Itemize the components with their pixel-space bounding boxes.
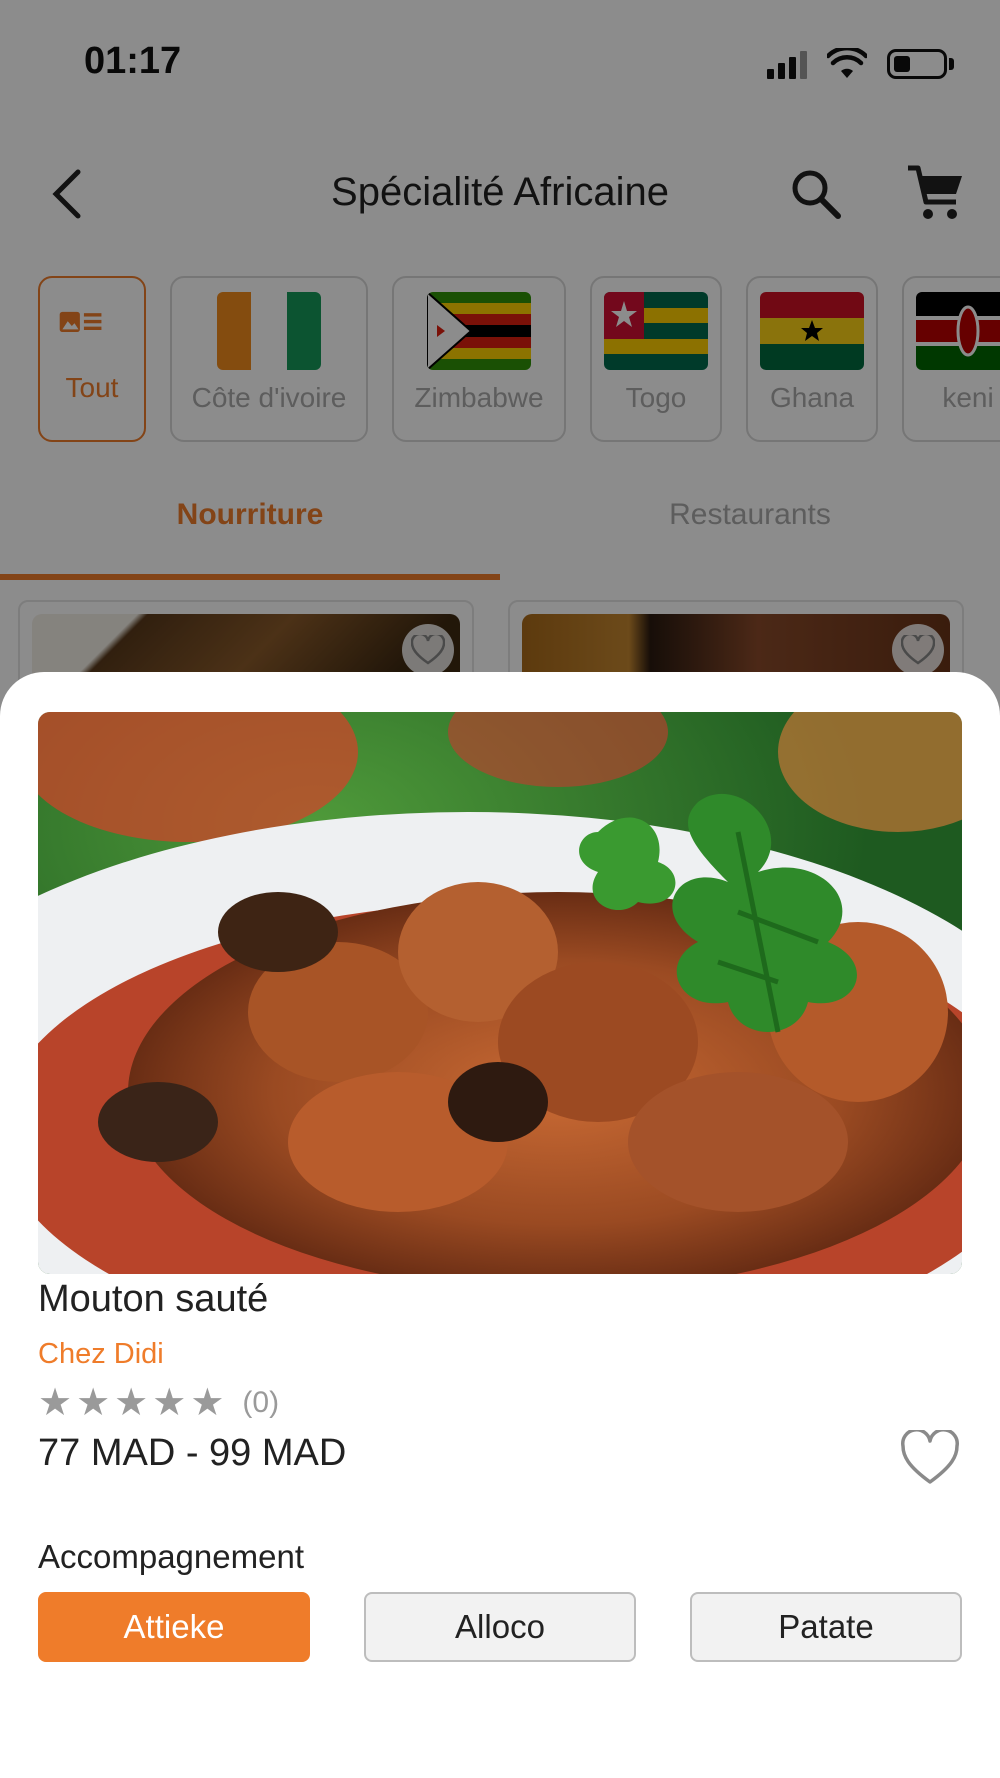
price-range: 77 MAD - 99 MAD bbox=[38, 1432, 347, 1474]
option-patate[interactable]: Patate bbox=[690, 1592, 962, 1662]
rating: ★ ★ ★ ★ ★ (0) bbox=[38, 1384, 279, 1422]
product-bottom-sheet: Mouton sauté Chez Didi ★ ★ ★ ★ ★ (0) 77 … bbox=[0, 672, 1000, 1778]
star-icon: ★ bbox=[114, 1382, 149, 1424]
star-icon: ★ bbox=[152, 1382, 187, 1424]
product-image bbox=[38, 712, 962, 1274]
star-icon: ★ bbox=[190, 1382, 225, 1424]
product-name: Mouton sauté bbox=[38, 1278, 269, 1320]
option-alloco[interactable]: Alloco bbox=[364, 1592, 636, 1662]
option-attieke[interactable]: Attieke bbox=[38, 1592, 310, 1662]
star-icon: ★ bbox=[76, 1382, 111, 1424]
accompaniment-options: Attieke Alloco Patate bbox=[38, 1592, 962, 1662]
restaurant-name[interactable]: Chez Didi bbox=[38, 1338, 164, 1371]
favorite-button[interactable] bbox=[900, 1428, 960, 1490]
star-icon: ★ bbox=[38, 1382, 73, 1424]
mutton-dish-photo bbox=[38, 712, 962, 1274]
rating-count: (0) bbox=[242, 1386, 280, 1419]
heart-outline-icon bbox=[901, 1428, 959, 1484]
accompaniment-label: Accompagnement bbox=[38, 1538, 304, 1575]
